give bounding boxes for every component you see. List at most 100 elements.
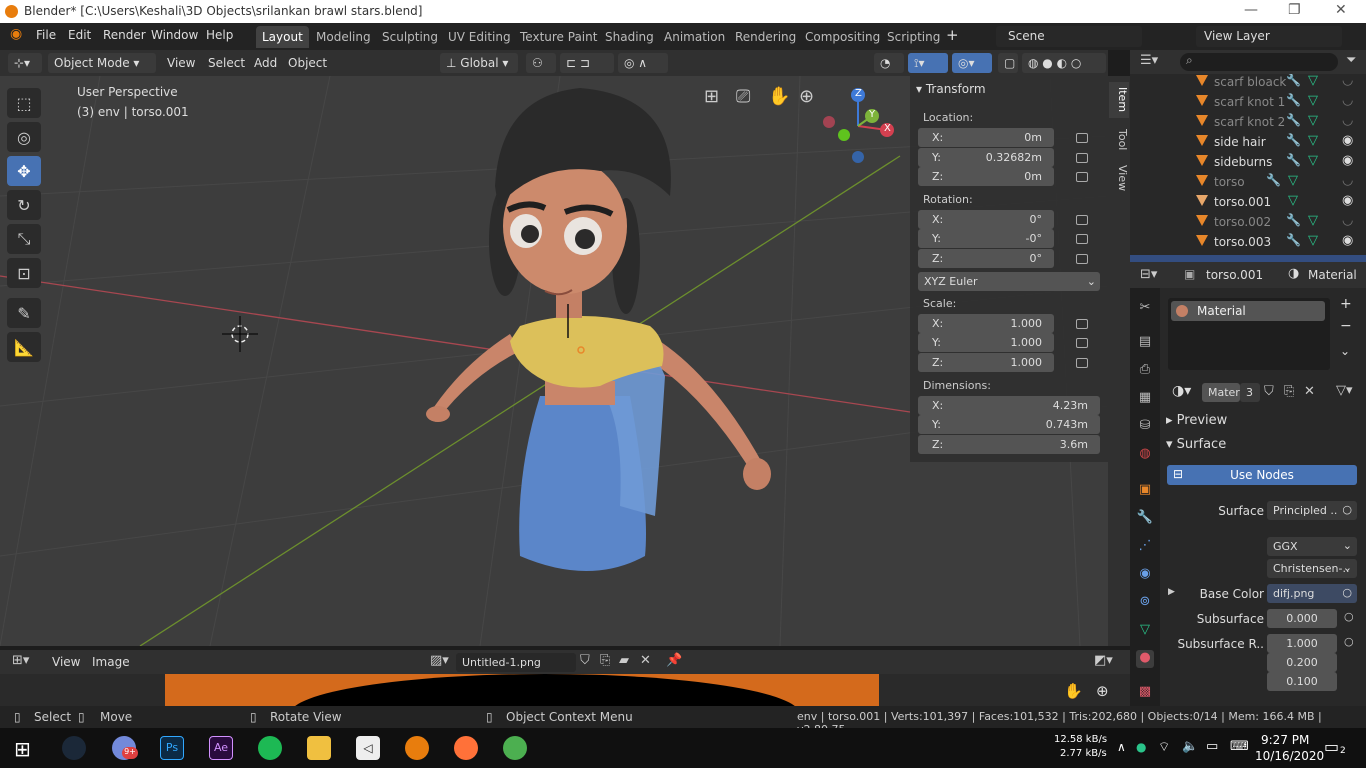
mesh-data-tab-icon[interactable]: ▽ bbox=[1136, 622, 1154, 640]
list-item[interactable]: torso 🔧 ▽ ◡ bbox=[1130, 172, 1366, 192]
eye-icon[interactable]: ◉ bbox=[1342, 153, 1353, 168]
material-name-field[interactable]: Mater bbox=[1202, 383, 1240, 402]
view-layer-tab-icon[interactable]: ▦ bbox=[1136, 390, 1154, 408]
pin-icon[interactable]: 📌 bbox=[666, 653, 682, 668]
image-name-field[interactable]: Untitled-1.png bbox=[456, 653, 576, 672]
lock-icon[interactable] bbox=[1076, 153, 1088, 163]
tab-layout[interactable]: Layout bbox=[256, 26, 309, 48]
rotation-y-field[interactable]: Y: -0° bbox=[918, 229, 1054, 248]
tab-scripting[interactable]: Scripting bbox=[881, 26, 946, 48]
eye-icon[interactable]: ◉ bbox=[1342, 133, 1353, 148]
properties-editor-icon[interactable]: ⊟▾ bbox=[1140, 267, 1157, 282]
language-icon[interactable]: ⌨ bbox=[1230, 739, 1249, 754]
subsurface-radius-x-field[interactable]: 1.000 bbox=[1267, 634, 1337, 653]
select-box-icon[interactable]: ⬚ bbox=[7, 88, 41, 118]
pivot-icon[interactable]: ⚇ bbox=[526, 53, 556, 73]
hidden-eye-icon[interactable]: ◡ bbox=[1342, 74, 1353, 88]
rotation-z-field[interactable]: Z: 0° bbox=[918, 249, 1054, 268]
add-menu[interactable]: Add bbox=[254, 56, 277, 70]
xray-icon[interactable]: ▢ bbox=[998, 53, 1018, 73]
link-type-icon[interactable]: ▽▾ bbox=[1336, 383, 1353, 398]
add-workspace-button[interactable]: + bbox=[946, 26, 959, 44]
menu-help[interactable]: Help bbox=[206, 28, 233, 42]
tab-texture-paint[interactable]: Texture Paint bbox=[514, 26, 603, 48]
close-button[interactable]: ✕ bbox=[1335, 2, 1347, 18]
tab-modeling[interactable]: Modeling bbox=[310, 26, 377, 48]
list-item[interactable]: scarf knot 1 🔧 ▽ ◡ bbox=[1130, 92, 1366, 112]
scale-icon[interactable]: ⤡ bbox=[7, 224, 41, 254]
hidden-eye-icon[interactable]: ◡ bbox=[1342, 113, 1353, 128]
subsurface-method-select[interactable]: Christensen-.. ⌄ bbox=[1267, 559, 1357, 578]
menu-edit[interactable]: Edit bbox=[68, 28, 91, 42]
image-canvas[interactable]: ✋ ⊕ bbox=[0, 674, 1130, 706]
3d-viewport[interactable]: User Perspective (3) env | torso.001 ⊞ ⎚… bbox=[0, 76, 1108, 646]
subsurface-field[interactable]: 0.000 bbox=[1267, 609, 1337, 628]
tab-sculpting[interactable]: Sculpting bbox=[376, 26, 444, 48]
volume-icon[interactable]: 🔈 bbox=[1182, 739, 1198, 754]
file-explorer-icon[interactable] bbox=[307, 736, 331, 760]
pan-hand-icon[interactable]: ✋ bbox=[768, 86, 790, 107]
dimensions-z-field[interactable]: Z: 3.6m bbox=[918, 435, 1100, 454]
minimize-button[interactable]: — bbox=[1244, 2, 1258, 18]
filter-icon[interactable]: ⏷ bbox=[1346, 53, 1356, 68]
open-folder-icon[interactable]: ▰ bbox=[619, 653, 629, 668]
scale-z-field[interactable]: Z: 1.000 bbox=[918, 353, 1054, 372]
notifications-icon[interactable]: ▭ bbox=[1324, 737, 1339, 756]
object-menu[interactable]: Object bbox=[288, 56, 327, 70]
photoshop-icon[interactable]: Ps bbox=[160, 736, 184, 760]
list-item[interactable]: torso.001 ▽ ◉ bbox=[1130, 192, 1366, 212]
material-browse-icon[interactable]: ◑▾ bbox=[1172, 383, 1191, 399]
transform-icon[interactable]: ⊡ bbox=[7, 258, 41, 288]
visibility-icon[interactable]: ◔ bbox=[874, 53, 904, 73]
material-users-count[interactable]: 3 bbox=[1240, 383, 1260, 402]
editor-type-button[interactable]: ⊹▾ bbox=[8, 53, 42, 73]
cursor-icon[interactable]: ◎ bbox=[7, 122, 41, 152]
transform-panel-header[interactable]: ▾ Transform bbox=[916, 82, 986, 96]
rotation-x-field[interactable]: X: 0° bbox=[918, 210, 1054, 229]
distribution-select[interactable]: GGX ⌄ bbox=[1267, 537, 1357, 556]
scale-y-field[interactable]: Y: 1.000 bbox=[918, 333, 1054, 352]
scale-x-field[interactable]: X: 1.000 bbox=[918, 314, 1054, 333]
location-y-field[interactable]: Y: 0.32682m bbox=[918, 148, 1054, 167]
list-item[interactable]: scarf knot 2 🔧 ▽ ◡ bbox=[1130, 112, 1366, 132]
proportional-edit-icon[interactable]: ◎ ∧ bbox=[618, 53, 668, 73]
tab-tool[interactable]: Tool bbox=[1109, 122, 1129, 158]
image-view-menu[interactable]: View bbox=[52, 655, 80, 669]
rotate-icon[interactable]: ↻ bbox=[7, 190, 41, 220]
zoom-icon[interactable]: ⊕ bbox=[799, 86, 814, 107]
annotate-icon[interactable]: ✎ bbox=[7, 298, 41, 328]
pan-hand-icon[interactable]: ✋ bbox=[1064, 682, 1083, 700]
texture-tab-icon[interactable]: ▩ bbox=[1136, 684, 1154, 702]
image-menu[interactable]: Image bbox=[92, 655, 130, 669]
preview-panel-header[interactable]: ▸ Preview bbox=[1166, 413, 1227, 428]
tab-view[interactable]: View bbox=[1109, 160, 1129, 196]
scene-selector[interactable]: Scene bbox=[996, 26, 1142, 47]
location-z-field[interactable]: Z: 0m bbox=[918, 167, 1054, 186]
lock-icon[interactable] bbox=[1076, 338, 1088, 348]
lock-icon[interactable] bbox=[1076, 133, 1088, 143]
clock-date[interactable]: 10/16/2020 bbox=[1255, 749, 1324, 763]
grid-view-icon[interactable]: ⊞ bbox=[704, 86, 719, 107]
lock-icon[interactable] bbox=[1076, 234, 1088, 244]
maximize-button[interactable]: ❐ bbox=[1288, 2, 1301, 18]
display-channels-icon[interactable]: ◩▾ bbox=[1094, 653, 1113, 668]
constraints-tab-icon[interactable]: ⊚ bbox=[1136, 594, 1154, 612]
select-menu[interactable]: Select bbox=[208, 56, 245, 70]
tab-item[interactable]: Item bbox=[1109, 82, 1129, 118]
app-tray-icon[interactable]: ● bbox=[1136, 740, 1146, 754]
blender-menu-icon[interactable]: ◉ bbox=[10, 26, 22, 42]
overlay-toggle-icon[interactable]: ◎▾ bbox=[952, 53, 992, 73]
tab-rendering[interactable]: Rendering bbox=[729, 26, 802, 48]
image-editor-type-icon[interactable]: ⊞▾ bbox=[12, 653, 29, 668]
new-image-icon[interactable]: ⎘ bbox=[600, 653, 610, 668]
material-slot[interactable]: Material bbox=[1171, 301, 1325, 321]
view-layer-selector[interactable]: View Layer bbox=[1196, 26, 1342, 47]
lock-icon[interactable] bbox=[1076, 319, 1088, 329]
tab-uv-editing[interactable]: UV Editing bbox=[442, 26, 517, 48]
subsurface-radius-z-field[interactable]: 0.100 bbox=[1267, 672, 1337, 691]
list-item[interactable]: side hair 🔧 ▽ ◉ bbox=[1130, 132, 1366, 152]
subsurface-radius-y-field[interactable]: 0.200 bbox=[1267, 653, 1337, 672]
physics-tab-icon[interactable]: ◉ bbox=[1136, 566, 1154, 584]
eye-icon[interactable]: ◉ bbox=[1342, 193, 1353, 208]
base-color-field[interactable]: difj.png ○ bbox=[1267, 584, 1357, 603]
